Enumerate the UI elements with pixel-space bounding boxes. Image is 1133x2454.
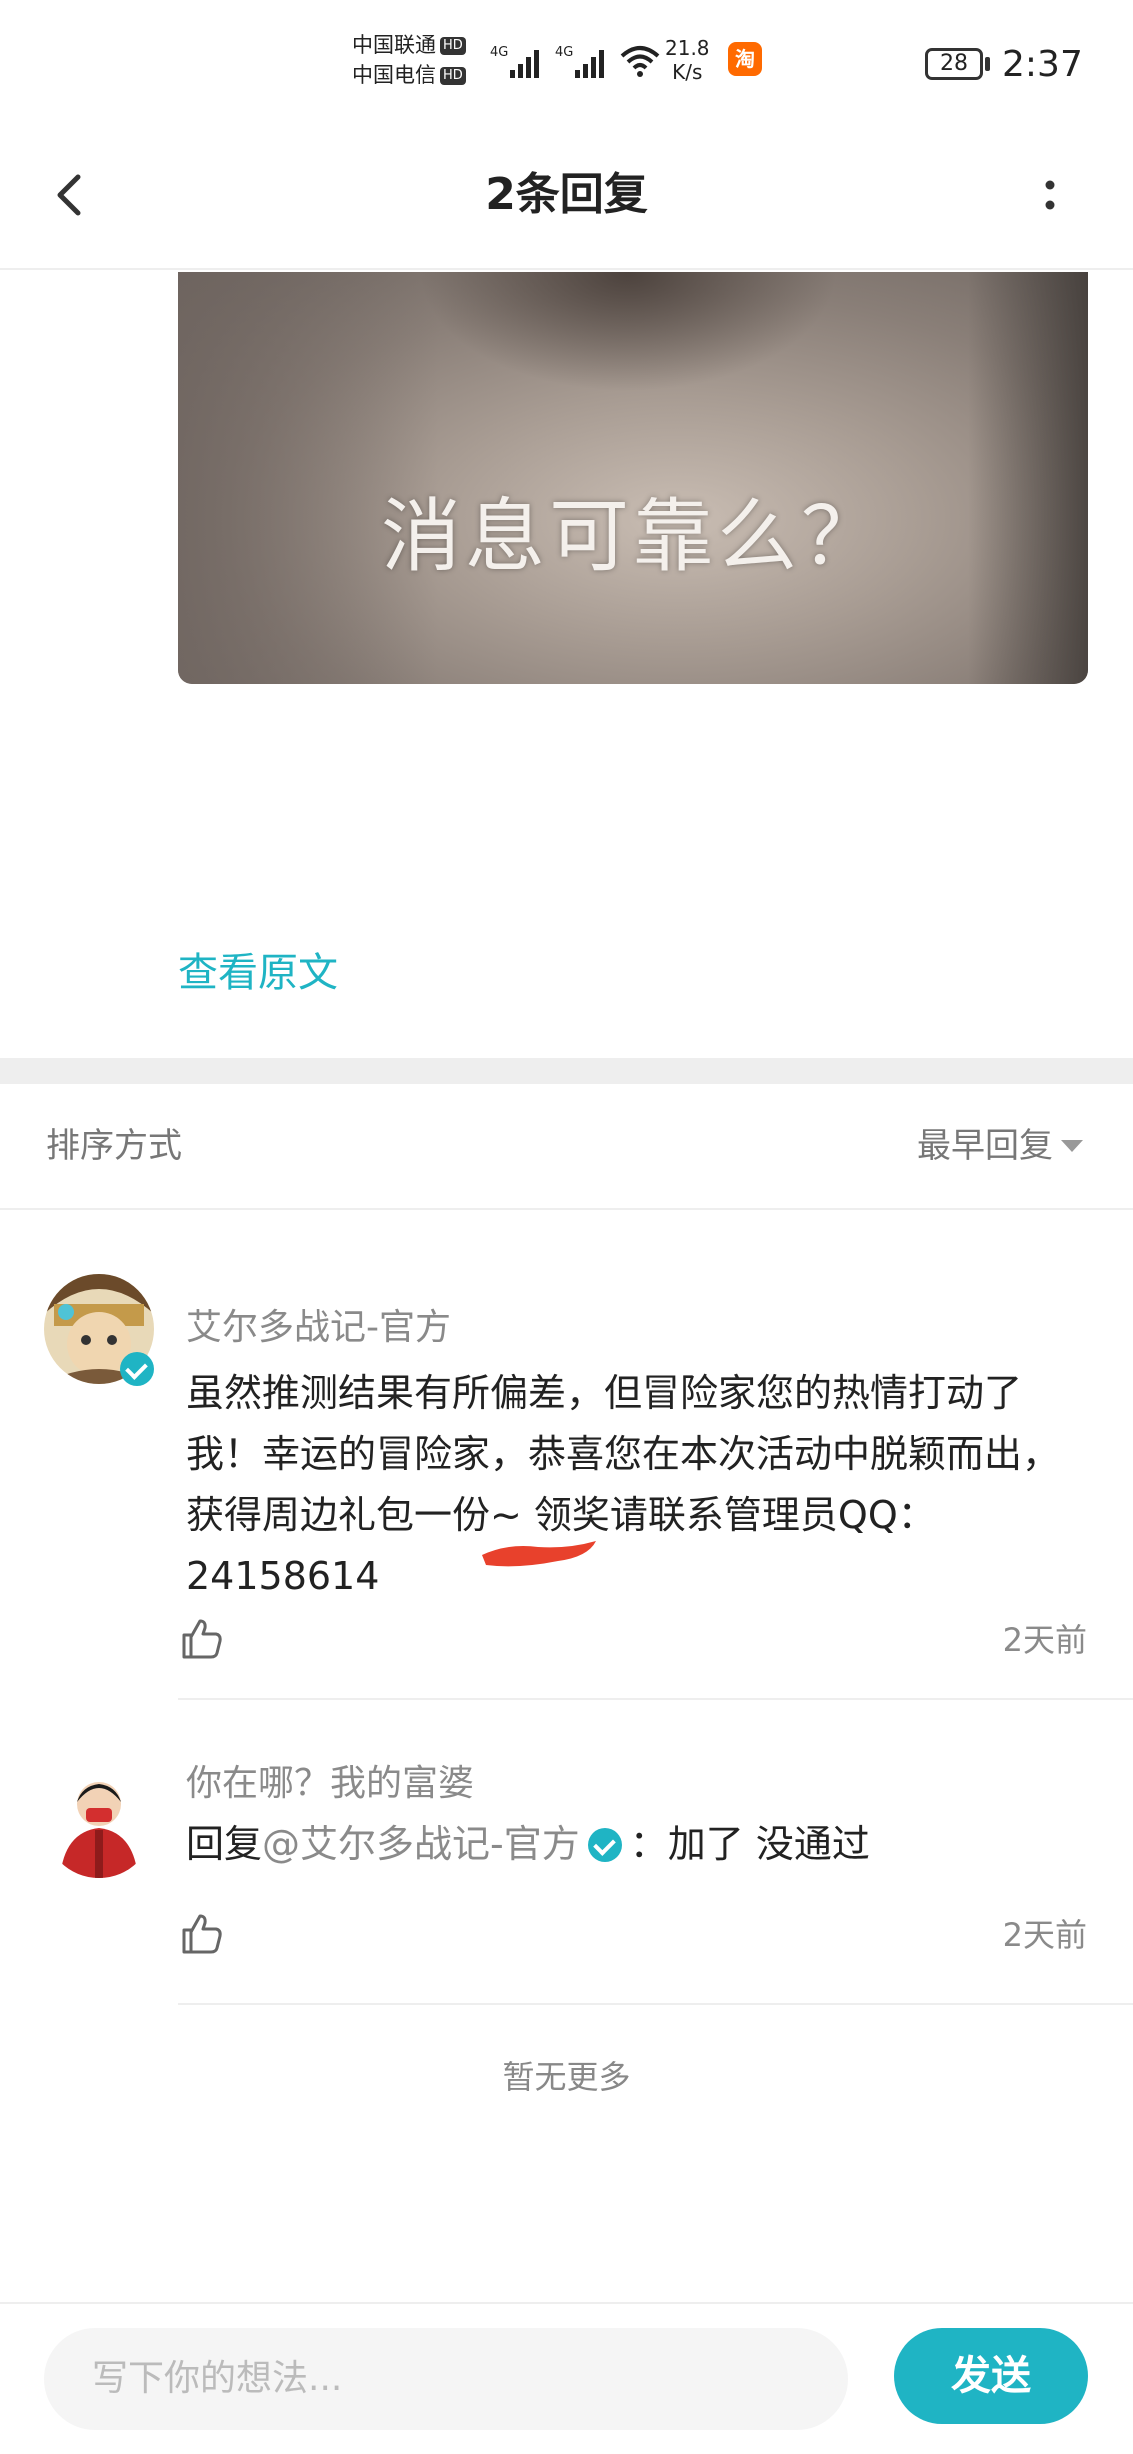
comment-username[interactable]: 你在哪？我的富婆 [186, 1759, 474, 1809]
app-header: 2条回复 [0, 125, 1133, 270]
signal-icon: 4G [555, 45, 604, 78]
hd-badge: HD [440, 67, 466, 85]
mention-link[interactable]: @艾尔多战记-官方 [262, 1822, 580, 1866]
network-type-label: 4G [555, 45, 573, 60]
comment-text: 虽然推测结果有所偏差，但冒险家您的热情打动了我！幸运的冒险家，恭喜您在本次活动中… [186, 1371, 1061, 1598]
avatar-image [44, 1768, 154, 1878]
status-bar: 中国联通 HD 中国电信 HD 4G 4G 21.8 K/s 淘 28 2:37 [0, 0, 1133, 125]
comment-time: 2天前 [1002, 1621, 1087, 1659]
comment-time: 2天前 [1002, 1916, 1087, 1954]
sort-bar: 排序方式 最早回复 [0, 1084, 1133, 1210]
more-vertical-icon[interactable] [1030, 165, 1070, 225]
reply-prefix: 回复 [186, 1822, 263, 1866]
network-speed-value: 21.8 [665, 36, 710, 60]
taobao-notification-icon: 淘 [728, 42, 762, 76]
comment-item: 艾尔多战记-官方 虽然推测结果有所偏差，但冒险家您的热情打动了我！幸运的冒险家，… [0, 1210, 1133, 1700]
image-shade [418, 272, 838, 392]
thumbs-up-icon[interactable] [178, 1615, 226, 1663]
page-title: 2条回复 [485, 169, 648, 220]
battery-tip [985, 57, 990, 71]
network-speed-unit: K/s [672, 60, 703, 84]
thumbs-up-icon[interactable] [178, 1910, 226, 1958]
section-divider [0, 1058, 1133, 1084]
comment-item: 你在哪？我的富婆 回复@艾尔多战记-官方 ：加了 没通过 2天前 [0, 1700, 1133, 2004]
comment-separator [178, 2003, 1133, 2005]
image-caption: 消息可靠么？ [381, 490, 885, 583]
signal-icon: 4G [490, 45, 539, 78]
hd-badge: HD [440, 37, 466, 55]
sort-dropdown[interactable]: 最早回复 [917, 1122, 1053, 1170]
network-speed: 21.8 K/s [665, 36, 710, 84]
carrier-2: 中国电信 [352, 63, 436, 87]
wifi-icon [620, 46, 660, 77]
sort-label: 排序方式 [46, 1126, 182, 1166]
clock: 2:37 [1002, 44, 1083, 85]
send-button[interactable]: 发送 [894, 2328, 1088, 2424]
image-shade [178, 272, 438, 684]
carrier-info: 中国联通 HD 中国电信 HD [352, 30, 466, 90]
battery-icon: 28 [925, 48, 983, 80]
reply-text-line: 回复@艾尔多战记-官方 ：加了 没通过 [186, 1814, 1086, 1875]
view-original-link[interactable]: 查看原文 [178, 945, 338, 1001]
post-image[interactable]: 消息可靠么？ [178, 272, 1088, 684]
comment-username[interactable]: 艾尔多战记-官方 [186, 1303, 451, 1353]
verified-badge-icon [120, 1352, 154, 1386]
verified-badge-icon [587, 1828, 622, 1862]
avatar[interactable] [44, 1768, 154, 1878]
image-shade [968, 272, 1088, 684]
reply-body: ：加了 没通过 [629, 1822, 870, 1866]
reply-input[interactable]: 写下你的想法... [44, 2328, 848, 2430]
network-type-label: 4G [490, 45, 508, 60]
carrier-1: 中国联通 [352, 33, 436, 57]
redaction-mark [482, 1541, 596, 1567]
reply-input-bar: 写下你的想法... 发送 [0, 2302, 1133, 2454]
no-more-label: 暂无更多 [502, 2058, 631, 2096]
caret-down-icon[interactable] [1061, 1140, 1083, 1152]
